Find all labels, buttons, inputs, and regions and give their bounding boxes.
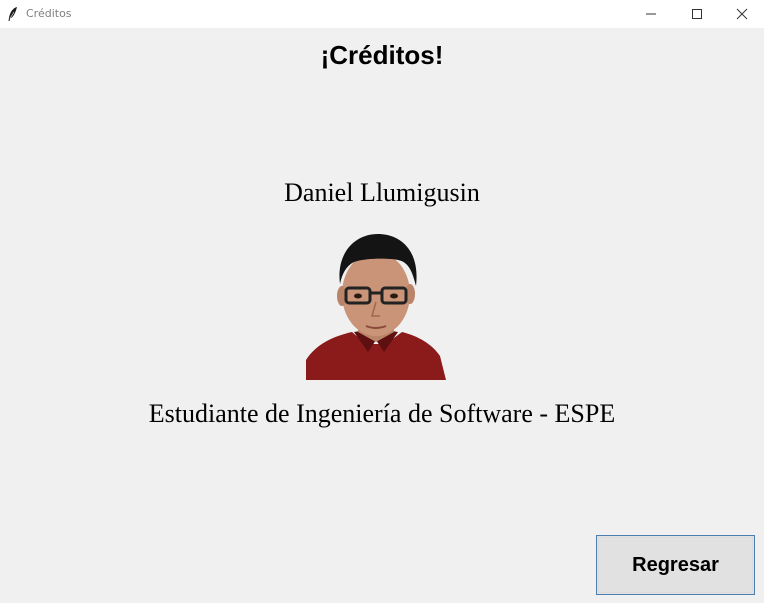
maximize-icon — [691, 5, 703, 24]
page-title: ¡Créditos! — [320, 40, 444, 70]
minimize-button[interactable] — [628, 0, 674, 28]
back-button[interactable]: Regresar — [596, 535, 755, 595]
close-icon — [736, 5, 748, 24]
author-photo — [306, 232, 446, 380]
minimize-icon — [645, 5, 657, 24]
feather-icon — [7, 6, 19, 22]
maximize-button[interactable] — [674, 0, 720, 28]
credits-window: Créditos ¡Créditos! Daniel Llumigusin Es… — [0, 0, 764, 603]
author-description: Estudiante de Ingeniería de Software - E… — [148, 399, 616, 428]
window-title: Créditos — [26, 7, 72, 20]
title-bar[interactable]: Créditos — [0, 0, 764, 28]
author-name: Daniel Llumigusin — [284, 178, 480, 207]
close-button[interactable] — [719, 0, 764, 28]
